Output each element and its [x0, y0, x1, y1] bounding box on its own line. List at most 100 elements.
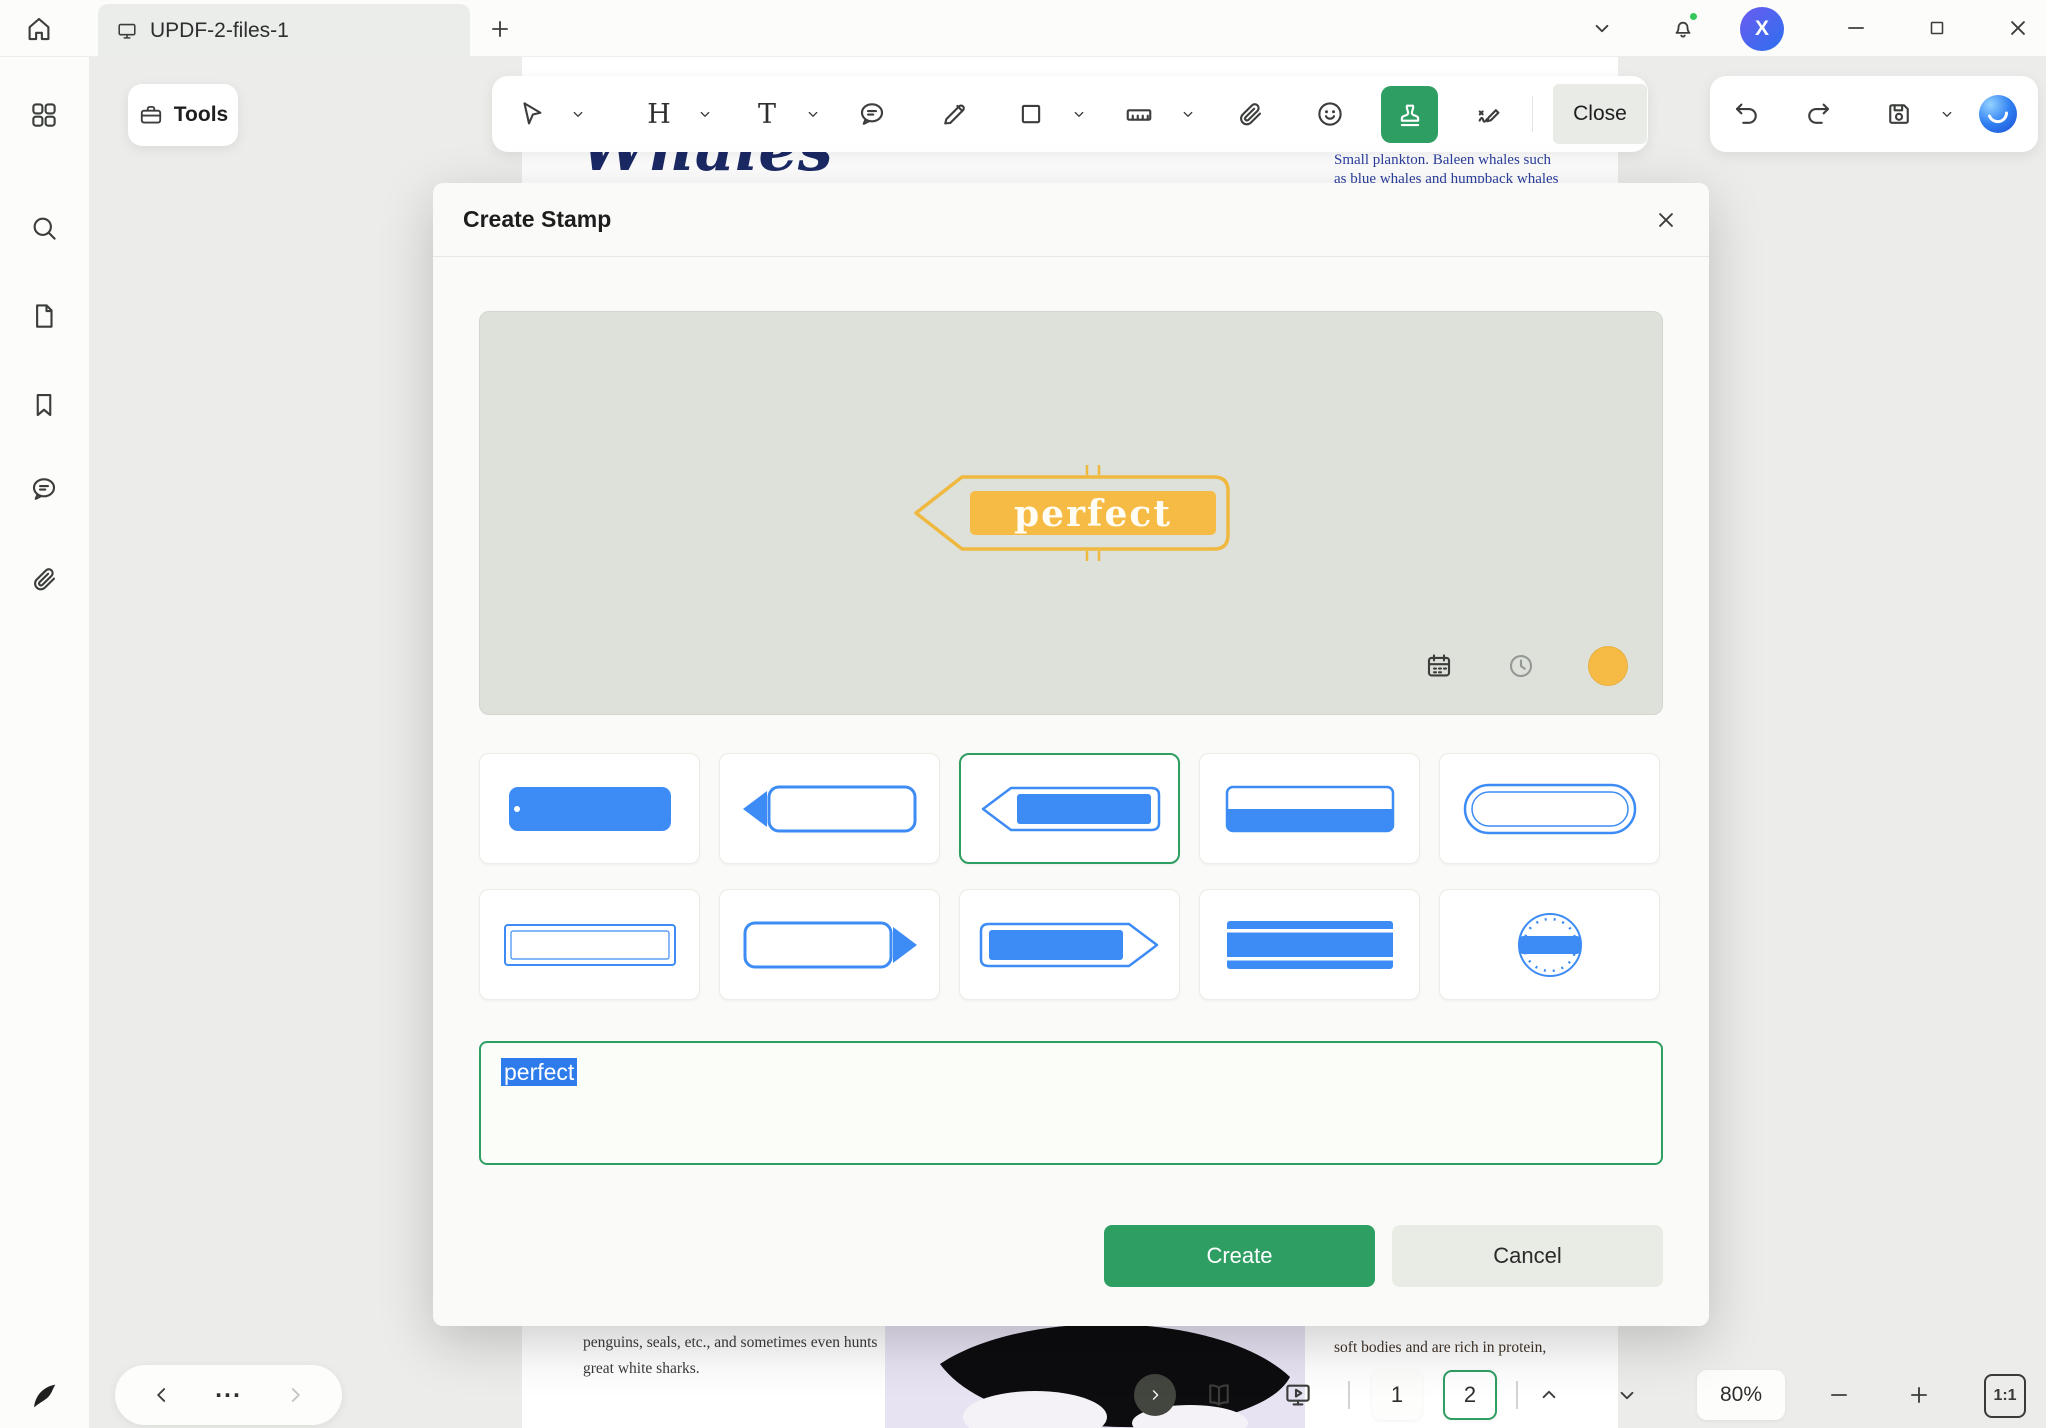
- stamp-preview-panel: perfect: [479, 311, 1663, 715]
- page-number-1[interactable]: 1: [1372, 1370, 1422, 1420]
- template-double-rect-outline[interactable]: [479, 889, 700, 1000]
- maximize-button[interactable]: [1915, 6, 1959, 50]
- plus-icon: [487, 16, 513, 42]
- chevron-right-icon: [282, 1382, 308, 1408]
- ai-assistant-button[interactable]: [1978, 94, 2018, 134]
- template-tag-right-filled[interactable]: [959, 889, 1180, 1000]
- app-logo-button[interactable]: [21, 1373, 67, 1419]
- dialog-close-button[interactable]: [1645, 199, 1687, 241]
- template-circle-badge[interactable]: [1439, 889, 1660, 1000]
- reading-view-button[interactable]: [1197, 1373, 1241, 1417]
- undo-icon: [1732, 99, 1762, 129]
- app-window: Whales Small plankton. Baleen whales suc…: [0, 0, 2046, 1428]
- zoom-in-button[interactable]: [1897, 1373, 1941, 1417]
- sidebar-item-pages[interactable]: [21, 293, 67, 339]
- notifications-button[interactable]: [1661, 6, 1705, 50]
- sidebar-item-attachments[interactable]: [21, 556, 67, 602]
- heading-glyph: H: [647, 99, 671, 130]
- chevron-right-icon: [1146, 1386, 1164, 1404]
- nav-forward-button[interactable]: [282, 1382, 308, 1408]
- tool-text[interactable]: T: [745, 92, 789, 136]
- tool-shape[interactable]: [1009, 92, 1053, 136]
- close-window-button[interactable]: [1996, 6, 2040, 50]
- time-button[interactable]: [1506, 651, 1536, 681]
- template-solid-rect-icon: [495, 774, 685, 844]
- sidebar-item-comments[interactable]: [21, 466, 67, 512]
- slideshow-button[interactable]: [1276, 1373, 1320, 1417]
- save-button[interactable]: [1877, 92, 1921, 136]
- preview-tools: [1424, 646, 1628, 686]
- heading-dropdown[interactable]: [695, 104, 715, 124]
- tool-attachment[interactable]: [1228, 92, 1272, 136]
- toolbar-close-button[interactable]: Close: [1553, 84, 1647, 144]
- redo-button[interactable]: [1796, 92, 1840, 136]
- speech-bubble-icon: [857, 99, 887, 129]
- collapse-button[interactable]: [1580, 6, 1624, 50]
- save-dropdown[interactable]: [1937, 104, 1957, 124]
- page-number-2-current[interactable]: 2: [1443, 1370, 1497, 1420]
- bookmark-icon: [29, 390, 59, 420]
- tool-measure[interactable]: [1117, 92, 1161, 136]
- chevron-down-icon: [1179, 105, 1197, 123]
- zoom-out-button[interactable]: [1817, 1373, 1861, 1417]
- template-stadium-outline[interactable]: [1439, 753, 1660, 864]
- maximize-icon: [1926, 17, 1948, 39]
- statusbar-divider: [1516, 1381, 1518, 1409]
- measure-dropdown[interactable]: [1178, 104, 1198, 124]
- paperclip-icon: [29, 564, 59, 594]
- template-arrow-right-outline[interactable]: [719, 889, 940, 1000]
- home-button[interactable]: [17, 7, 61, 51]
- more-button[interactable]: ...: [215, 1384, 242, 1394]
- sidebar-item-apps[interactable]: [21, 92, 67, 138]
- nav-back-button[interactable]: [149, 1382, 175, 1408]
- toolbar-divider: [1532, 96, 1533, 132]
- tool-signature[interactable]: [1467, 92, 1511, 136]
- chevron-down-icon: [1070, 105, 1088, 123]
- tool-sticker[interactable]: [1308, 92, 1352, 136]
- dialog-header: Create Stamp: [433, 183, 1709, 257]
- avatar[interactable]: X: [1740, 7, 1784, 51]
- undo-button[interactable]: [1725, 92, 1769, 136]
- stamp-icon: [1395, 100, 1425, 130]
- select-dropdown[interactable]: [568, 104, 588, 124]
- template-tag-left-filled-icon: [975, 774, 1165, 844]
- stamp-text-input[interactable]: perfect: [479, 1041, 1663, 1165]
- chevron-down-icon: [1938, 105, 1956, 123]
- tool-heading[interactable]: H: [637, 92, 681, 136]
- template-bottom-filled[interactable]: [1199, 753, 1420, 864]
- document-tab[interactable]: UPDF-2-files-1: [98, 4, 470, 57]
- monitor-icon: [116, 20, 138, 42]
- tool-select[interactable]: [510, 92, 554, 136]
- tool-comment[interactable]: [850, 92, 894, 136]
- sidebar-item-search[interactable]: [21, 205, 67, 251]
- template-tag-left-filled[interactable]: [959, 753, 1180, 864]
- template-solid-rect[interactable]: [479, 753, 700, 864]
- template-arrow-left-outline[interactable]: [719, 753, 940, 864]
- tool-pen[interactable]: [932, 92, 976, 136]
- grid-icon: [29, 100, 59, 130]
- color-picker-button[interactable]: [1588, 646, 1628, 686]
- tool-stamp-active[interactable]: [1381, 86, 1438, 143]
- sidebar-item-bookmarks[interactable]: [21, 382, 67, 428]
- shape-dropdown[interactable]: [1069, 104, 1089, 124]
- document-bottom-right-text: soft bodies and are rich in protein,: [1334, 1339, 1546, 1357]
- signature-icon: [1474, 99, 1504, 129]
- close-icon: [2005, 15, 2031, 41]
- create-button[interactable]: Create: [1104, 1225, 1375, 1287]
- minimize-button[interactable]: [1834, 6, 1878, 50]
- expand-panel-button[interactable]: [1134, 1374, 1176, 1416]
- date-button[interactable]: [1424, 651, 1454, 681]
- template-banner-stripes[interactable]: [1199, 889, 1420, 1000]
- page-down-button[interactable]: [1605, 1373, 1649, 1417]
- page-up-button[interactable]: [1527, 1373, 1571, 1417]
- right-toolbar: [1710, 76, 2038, 152]
- stamp-preview-text: perfect: [1014, 493, 1172, 535]
- tools-button[interactable]: Tools: [128, 84, 238, 146]
- text-dropdown[interactable]: [803, 104, 823, 124]
- plus-icon: [1906, 1382, 1932, 1408]
- actual-size-button[interactable]: 1:1: [1984, 1374, 2026, 1418]
- ai-icon: [1978, 94, 2018, 134]
- cancel-button[interactable]: Cancel: [1392, 1225, 1663, 1287]
- zoom-level[interactable]: 80%: [1697, 1370, 1785, 1420]
- new-tab-button[interactable]: [478, 7, 522, 51]
